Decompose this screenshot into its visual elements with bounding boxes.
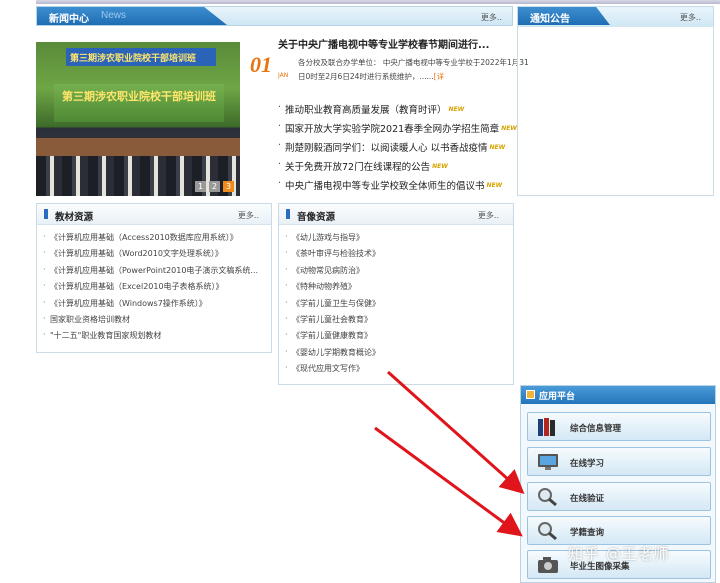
news-tab[interactable]: 新闻中心 News (37, 7, 227, 25)
list-item[interactable]: 《动物常见病防治》 (285, 265, 380, 281)
top-border (36, 0, 720, 4)
list-item[interactable]: 《计算机应用基础（Access2010数据库应用系统）》 (43, 232, 258, 248)
app-platform-header: 应用平台 (521, 386, 715, 404)
books-icon (538, 418, 555, 436)
carousel-page-1[interactable]: 1 (195, 181, 206, 192)
list-item[interactable]: 《计算机应用基础（Excel2010电子表格系统）》 (43, 281, 258, 297)
app-button-label: 学籍查询 (570, 528, 605, 538)
app-platform-title: 应用平台 (539, 392, 576, 402)
section-marker-icon (44, 209, 48, 219)
app-button-label: 综合信息管理 (570, 424, 622, 434)
carousel-page-3[interactable]: 3 (223, 181, 234, 192)
news-item[interactable]: 关于免费开放72门在线课程的公告NEW (278, 159, 548, 178)
notice-panel: 通知公告 更多.. (517, 6, 714, 196)
news-date: 01 JAN (250, 52, 288, 84)
list-item[interactable]: 《计算机应用基础（Windows7操作系统）》 (43, 298, 258, 314)
textbook-header: 教材资源 更多.. (37, 204, 271, 225)
list-item[interactable]: 《学前儿童社会教育》 (285, 314, 380, 330)
list-item[interactable]: 《茶叶审评与检验技术》 (285, 248, 380, 264)
news-detail-link[interactable]: [详 (434, 72, 444, 81)
carousel-page-2[interactable]: 2 (209, 181, 220, 192)
app-platform-icon (526, 390, 535, 399)
app-button-label: 在线学习 (570, 459, 605, 469)
news-item-title[interactable]: 关于免费开放72门在线课程的公告 (285, 162, 430, 173)
news-panel: 新闻中心 News 更多.. 第三期涉农职业院校干部培训班 第三期涉农职业院校干… (36, 6, 529, 196)
new-badge: NEW (432, 163, 448, 170)
red-arrow-2 (374, 426, 523, 537)
watermark: 知乎 @王老师 (568, 545, 670, 563)
new-badge: NEW (501, 125, 517, 132)
news-header: 新闻中心 News 更多.. (36, 6, 513, 26)
online-verify-button[interactable]: 在线验证 (527, 482, 711, 511)
list-item[interactable]: "十二五"职业教育国家规划教材 (43, 330, 258, 346)
news-item[interactable]: 国家开放大学实验学院2021春季全网办学招生简章NEW (278, 121, 548, 140)
textbook-more-link[interactable]: 更多.. (238, 210, 259, 221)
audio-video-more-link[interactable]: 更多.. (478, 210, 499, 221)
news-photo-carousel[interactable]: 第三期涉农职业院校干部培训班 第三期涉农职业院校干部培训班 1 2 3 (36, 42, 240, 196)
news-title: 新闻中心 (49, 14, 89, 25)
camera-icon (538, 557, 558, 573)
list-item[interactable]: 《学前儿童健康教育》 (285, 330, 380, 346)
news-item-title[interactable]: 推动职业教育高质量发展（教育时评） (285, 105, 447, 116)
app-button-label: 在线验证 (570, 494, 605, 504)
news-item-title[interactable]: 中央广播电视中等专业学校致全体师生的倡议书 (285, 181, 485, 192)
news-more-link[interactable]: 更多.. (481, 12, 502, 23)
magnifier-icon (538, 488, 557, 507)
carousel-pager: 1 2 3 (195, 181, 234, 192)
section-marker-icon (286, 209, 290, 219)
news-item-title[interactable]: 荆楚刚毅酒同学们：以阅读暖人心 以书香战疫情 (285, 143, 488, 154)
info-management-button[interactable]: 综合信息管理 (527, 412, 711, 441)
news-item[interactable]: 推动职业教育高质量发展（教育时评）NEW (278, 102, 548, 121)
new-badge: NEW (486, 182, 503, 189)
list-item[interactable]: 《学前儿童卫生与保健》 (285, 298, 380, 314)
notice-header: 通知公告 更多.. (518, 7, 713, 27)
photo-stage (36, 138, 240, 156)
news-list: 推动职业教育高质量发展（教育时评）NEW 国家开放大学实验学院2021春季全网办… (278, 102, 548, 197)
news-summary: 各分校及联合办学单位： 中央广播电视中等专业学校于2022年1月31日0时至2月… (298, 56, 534, 84)
list-item[interactable]: 《婴幼儿学期教育概论》 (285, 347, 380, 363)
news-item-title[interactable]: 国家开放大学实验学院2021春季全网办学招生简章 (285, 124, 499, 135)
textbook-list: 《计算机应用基础（Access2010数据库应用系统）》 《计算机应用基础（Wo… (43, 232, 258, 347)
news-summary-text: 各分校及联合办学单位： 中央广播电视中等专业学校于2022年1月31日0时至2月… (298, 58, 529, 81)
monitor-icon (538, 454, 558, 470)
list-item[interactable]: 《计算机应用基础（PowerPoint2010电子演示文稿系统... (43, 265, 258, 281)
news-date-month: JAN (278, 72, 289, 79)
list-item[interactable]: 《特种动物养殖》 (285, 281, 380, 297)
news-item[interactable]: 中央广播电视中等专业学校致全体师生的倡议书NEW (278, 178, 548, 197)
news-headline[interactable]: 关于中央广播电视中等专业学校春节期间进行... (278, 36, 489, 51)
photo-banner-top: 第三期涉农职业院校干部培训班 (66, 48, 216, 66)
notice-more-link[interactable]: 更多.. (680, 12, 701, 23)
new-badge: NEW (489, 144, 506, 151)
student-record-query-button[interactable]: 学籍查询 (527, 516, 711, 545)
list-item[interactable]: 国家职业资格培训教材 (43, 314, 258, 330)
magnifier-icon (538, 522, 557, 541)
notice-tab[interactable]: 通知公告 (518, 7, 610, 25)
news-date-day: 01 (250, 52, 272, 77)
list-item[interactable]: 《幼儿游戏与指导》 (285, 232, 380, 248)
red-arrow-1 (387, 370, 525, 494)
audio-video-title: 音像资源 (297, 212, 336, 223)
photo-banner-main: 第三期涉农职业院校干部培训班 (54, 84, 224, 122)
textbook-panel: 教材资源 更多.. 《计算机应用基础（Access2010数据库应用系统）》 《… (36, 203, 272, 353)
list-item[interactable]: 《计算机应用基础（Word2010文字处理系统）》 (43, 248, 258, 264)
new-badge: NEW (448, 106, 465, 113)
news-item[interactable]: 荆楚刚毅酒同学们：以阅读暖人心 以书香战疫情NEW (278, 140, 548, 159)
audio-video-header: 音像资源 更多.. (279, 204, 513, 225)
online-learning-button[interactable]: 在线学习 (527, 447, 711, 476)
notice-title: 通知公告 (530, 14, 570, 25)
textbook-title: 教材资源 (55, 212, 94, 223)
news-title-en: News (101, 10, 127, 21)
audio-video-panel: 音像资源 更多.. 《幼儿游戏与指导》 《茶叶审评与检验技术》 《动物常见病防治… (278, 203, 514, 385)
audio-video-list: 《幼儿游戏与指导》 《茶叶审评与检验技术》 《动物常见病防治》 《特种动物养殖》… (285, 232, 380, 380)
list-item[interactable]: 《现代应用文写作》 (285, 363, 380, 379)
